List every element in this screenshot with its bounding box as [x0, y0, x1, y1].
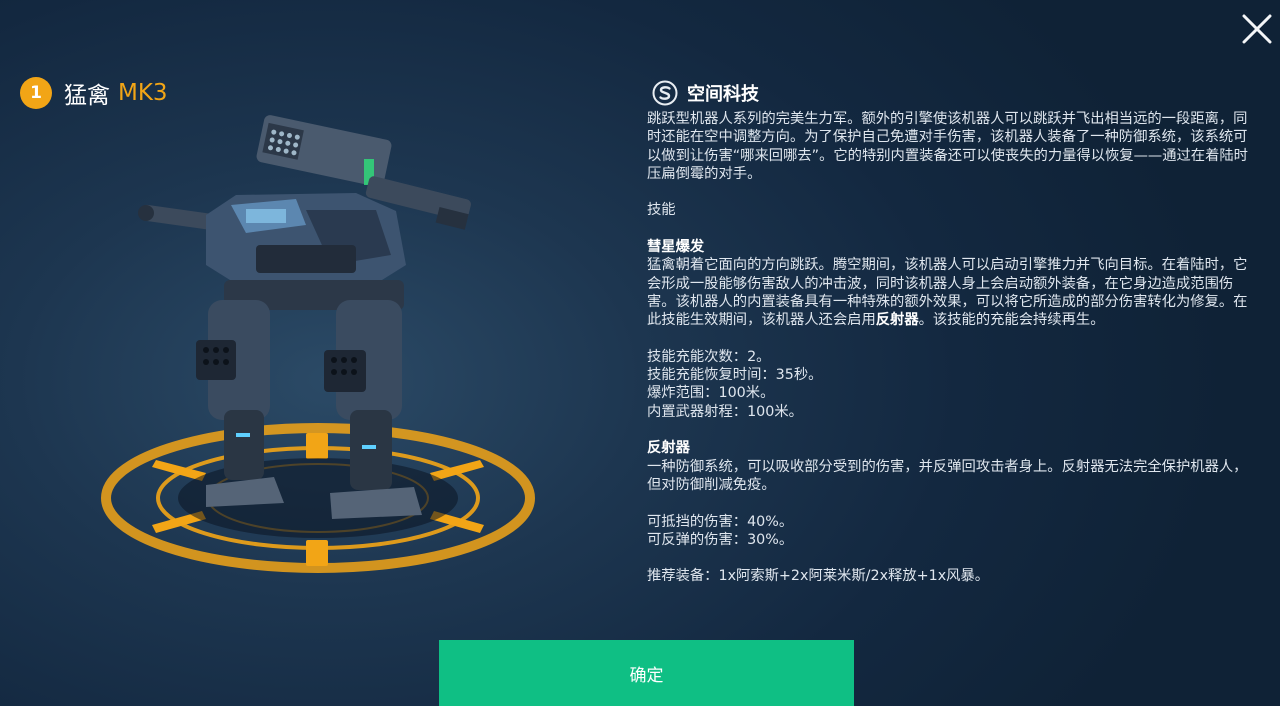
- skills-heading: 技能: [647, 202, 676, 219]
- robot-model-image: [101, 115, 535, 573]
- close-icon: [1242, 14, 1272, 44]
- reflector-name: 反射器: [647, 440, 690, 457]
- intro-text: 跳跃型机器人系列的完美生力军。额外的引擎使该机器人可以跳跃并飞出相当远的一段距离…: [647, 111, 1248, 182]
- ability-stat: 爆炸范围：100米。: [647, 385, 775, 402]
- reflector-stat: 可反弹的伤害：30%。: [647, 531, 794, 548]
- ability-stat: 技能充能次数：2。: [647, 348, 771, 365]
- ability-text: 猛禽朝着它面向的方向跳跃。腾空期间，该机器人可以启动引擎推力并飞向目标。在着陆时…: [647, 257, 1248, 329]
- confirm-button[interactable]: 确定: [439, 640, 854, 706]
- brand-header: 空间科技: [652, 80, 759, 106]
- rank-badge: 1: [20, 77, 52, 109]
- robot-mark-level: MK3: [118, 80, 168, 106]
- recommended-equipment: 推荐装备：1x阿索斯+2x阿莱米斯/2x释放+1x风暴。: [647, 568, 990, 585]
- space-tech-logo-icon: [652, 80, 678, 106]
- reflector-inline-ref: 反射器: [875, 312, 919, 329]
- reflector-text: 一种防御系统，可以吸收部分受到的伤害，并反弹回攻击者身上。反射器无法完全保护机器…: [647, 458, 1248, 493]
- close-button[interactable]: [1238, 10, 1276, 48]
- robot-description: 跳跃型机器人系列的完美生力军。额外的引擎使该机器人可以跳跃并飞出相当远的一段距离…: [647, 110, 1249, 586]
- ability-stat: 技能充能恢复时间：35秒。: [647, 367, 823, 384]
- brand-name: 空间科技: [687, 84, 759, 105]
- robot-title: 1 猛禽 MK3: [20, 76, 168, 110]
- ability-stat: 内置武器射程：100米。: [647, 403, 803, 420]
- reflector-stat: 可抵挡的伤害：40%。: [647, 513, 794, 530]
- robot-name: 猛禽: [64, 83, 110, 109]
- ability-name: 彗星爆发: [647, 239, 705, 256]
- robot-preview: [96, 115, 546, 575]
